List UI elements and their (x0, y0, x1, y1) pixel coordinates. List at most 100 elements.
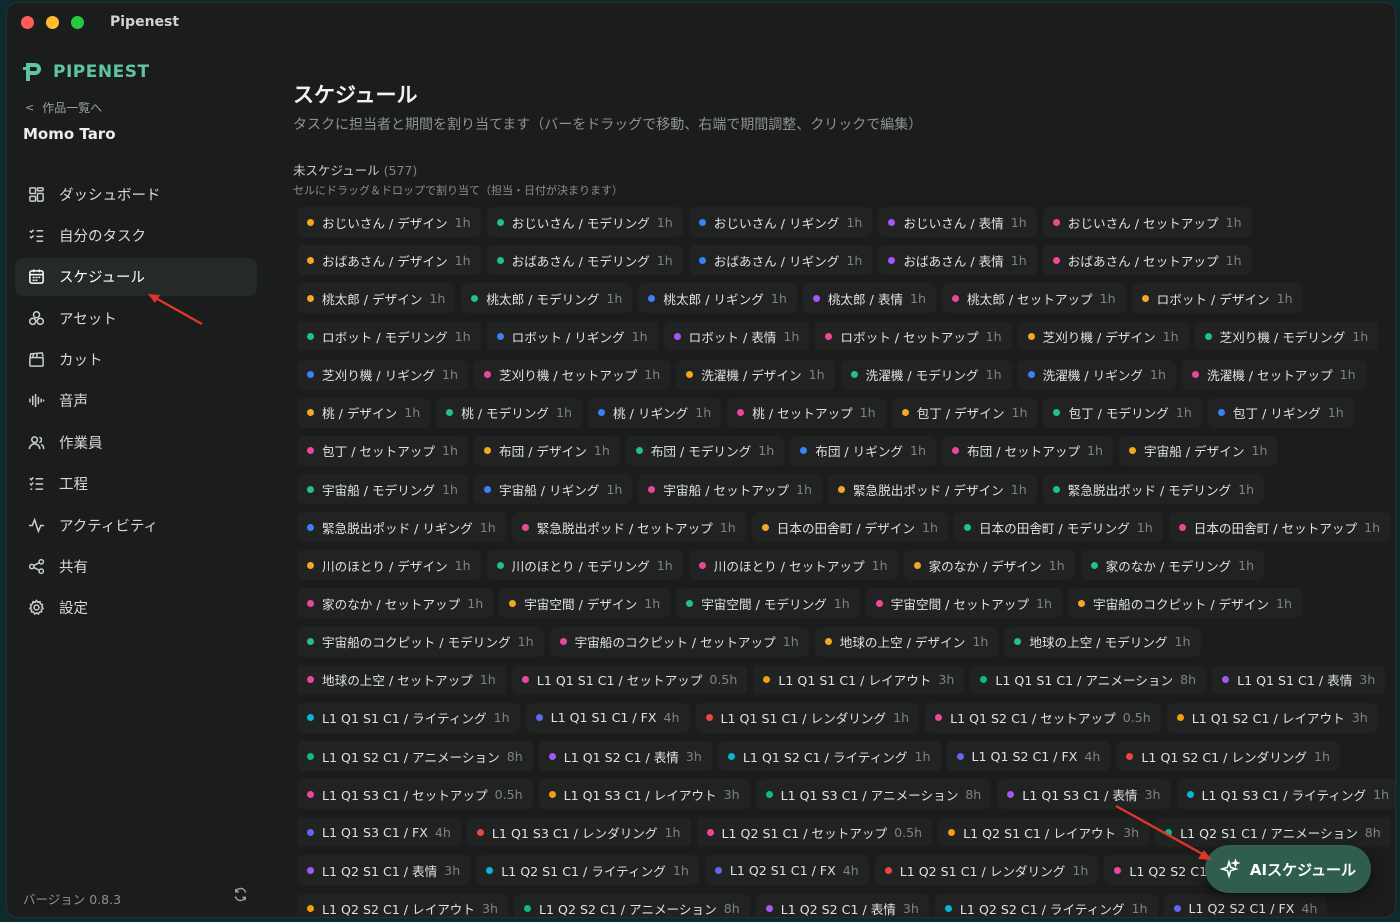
unscheduled-task-chip[interactable]: L1 Q1 S2 C1 / セットアップ 0.5h (925, 702, 1161, 733)
unscheduled-task-chip[interactable]: おじいさん / リギング 1h (688, 207, 873, 238)
unscheduled-task-chip[interactable]: 布団 / セットアップ 1h (942, 435, 1114, 466)
minimize-window-button[interactable] (46, 15, 59, 29)
unscheduled-task-chip[interactable]: 桃 / デザイン 1h (297, 397, 431, 428)
unscheduled-task-chip[interactable]: 包丁 / モデリング 1h (1043, 397, 1202, 428)
unscheduled-task-chip[interactable]: L1 Q1 S3 C1 / レイアウト 3h (538, 779, 750, 810)
ai-schedule-button[interactable]: AIスケジュール (1205, 845, 1371, 893)
sidebar-item-audio[interactable]: 音声 (15, 382, 257, 420)
unscheduled-task-chip[interactable]: 宇宙空間 / デザイン 1h (499, 588, 671, 619)
unscheduled-task-chip[interactable]: 緊急脱出ポッド / リギング 1h (297, 512, 506, 543)
unscheduled-task-chip[interactable]: 日本の田舎町 / セットアップ 1h (1168, 512, 1391, 543)
unscheduled-task-chip[interactable]: 桃太郎 / モデリング 1h (461, 283, 633, 314)
unscheduled-task-chip[interactable]: 洗濯機 / セットアップ 1h (1182, 359, 1366, 390)
unscheduled-task-chip[interactable]: L1 Q1 S2 C1 / レイアウト 3h (1166, 702, 1378, 733)
unscheduled-task-chip[interactable]: 洗濯機 / デザイン 1h (676, 359, 835, 390)
sidebar-item-share[interactable]: 共有 (15, 548, 257, 586)
unscheduled-task-chip[interactable]: 宇宙船のコクピット / セットアップ 1h (549, 626, 809, 657)
unscheduled-task-chip[interactable]: L1 Q1 S3 C1 / レンダリング 1h (466, 817, 691, 848)
unscheduled-task-chip[interactable]: L1 Q2 S1 C1 / FX 4h (704, 855, 869, 886)
unscheduled-task-chip[interactable]: 地球の上空 / モデリング 1h (1004, 626, 1201, 657)
unscheduled-task-chip[interactable]: L1 Q1 S1 C1 / レイアウト 3h (753, 664, 965, 695)
unscheduled-task-chip[interactable]: L1 Q1 S1 C1 / レンダリング 1h (695, 702, 920, 733)
unscheduled-task-chip[interactable]: 桃 / リギング 1h (588, 397, 722, 428)
unscheduled-task-chip[interactable]: 桃太郎 / デザイン 1h (297, 283, 456, 314)
unscheduled-task-chip[interactable]: L1 Q2 S1 C1 / ライティング 1h (476, 855, 699, 886)
unscheduled-task-chip[interactable]: L1 Q2 S2 C1 / アニメーション 8h (514, 893, 750, 917)
unscheduled-task-chip[interactable]: L1 Q2 S1 C1 / レンダリング 1h (874, 855, 1099, 886)
unscheduled-task-chip[interactable]: L1 Q2 S1 C1 / レイアウト 3h (938, 817, 1150, 848)
unscheduled-task-chip[interactable]: 包丁 / デザイン 1h (891, 397, 1038, 428)
unscheduled-task-chip[interactable]: L1 Q1 S1 C1 / アニメーション 8h (970, 664, 1207, 695)
unscheduled-task-chip[interactable]: おじいさん / 表情 1h (878, 207, 1037, 238)
unscheduled-task-chip[interactable]: L1 Q1 S3 C1 / セットアップ 0.5h (297, 779, 533, 810)
unscheduled-task-chip[interactable]: おばあさん / 表情 1h (878, 245, 1037, 276)
unscheduled-task-chip[interactable]: 包丁 / セットアップ 1h (297, 435, 468, 466)
sidebar-item-staff[interactable]: 作業員 (15, 423, 257, 461)
unscheduled-task-chip[interactable]: 家のなか / セットアップ 1h (297, 588, 494, 619)
unscheduled-task-chip[interactable]: 桃太郎 / 表情 1h (802, 283, 937, 314)
unscheduled-task-chip[interactable]: 洗濯機 / モデリング 1h (840, 359, 1012, 390)
unscheduled-task-chip[interactable]: おばあさん / モデリング 1h (486, 245, 683, 276)
unscheduled-task-chip[interactable]: L1 Q1 S1 C1 / FX 4h (525, 702, 690, 733)
unscheduled-task-chip[interactable]: L1 Q2 S1 C1 / セットアップ 0.5h (696, 817, 933, 848)
unscheduled-task-chip[interactable]: L1 Q1 S2 C1 / FX 4h (946, 741, 1111, 772)
unscheduled-task-chip[interactable]: おじいさん / モデリング 1h (486, 207, 683, 238)
unscheduled-task-chip[interactable]: 芝刈り機 / デザイン 1h (1017, 321, 1189, 352)
unscheduled-task-chip[interactable]: 包丁 / リギング 1h (1207, 397, 1354, 428)
unscheduled-task-chip[interactable]: 布団 / デザイン 1h (474, 435, 620, 466)
unscheduled-task-chip[interactable]: おばあさん / リギング 1h (688, 245, 873, 276)
unscheduled-task-chip[interactable]: ロボット / モデリング 1h (297, 321, 481, 352)
unscheduled-task-chip[interactable]: L1 Q1 S1 C1 / 表情 3h (1212, 664, 1386, 695)
unscheduled-task-chip[interactable]: おじいさん / デザイン 1h (297, 207, 481, 238)
unscheduled-task-chip[interactable]: 宇宙船 / デザイン 1h (1119, 435, 1278, 466)
sidebar-item-dashboard[interactable]: ダッシュボード (15, 175, 257, 213)
unscheduled-task-chip[interactable]: L1 Q1 S1 C1 / セットアップ 0.5h (511, 664, 748, 695)
unscheduled-task-chip[interactable]: おじいさん / セットアップ 1h (1042, 207, 1252, 238)
unscheduled-task-chip[interactable]: 芝刈り機 / モデリング 1h (1194, 321, 1379, 352)
unscheduled-task-chip[interactable]: 桃太郎 / セットアップ 1h (942, 283, 1126, 314)
unscheduled-task-chip[interactable]: L1 Q2 S1 C1 / アニメーション 8h (1155, 817, 1391, 848)
unscheduled-task-chip[interactable]: 宇宙空間 / セットアップ 1h (865, 588, 1062, 619)
unscheduled-task-chip[interactable]: 桃 / モデリング 1h (436, 397, 583, 428)
unscheduled-task-chip[interactable]: L1 Q1 S1 C1 / ライティング 1h (297, 702, 520, 733)
unscheduled-task-chip[interactable]: 川のほとり / デザイン 1h (297, 550, 481, 581)
unscheduled-task-chip[interactable]: 地球の上空 / デザイン 1h (814, 626, 999, 657)
unscheduled-task-chip[interactable]: 家のなか / モデリング 1h (1080, 550, 1265, 581)
unscheduled-task-chip[interactable]: L1 Q2 S2 C1 / FX 4h (1163, 893, 1328, 917)
unscheduled-task-chip[interactable]: L1 Q1 S3 C1 / ライティング 1h (1176, 779, 1395, 810)
unscheduled-task-chip[interactable]: 日本の田舎町 / デザイン 1h (751, 512, 948, 543)
unscheduled-task-chip[interactable]: L1 Q1 S3 C1 / アニメーション 8h (755, 779, 992, 810)
unscheduled-task-chip[interactable]: L1 Q1 S3 C1 / 表情 3h (997, 779, 1171, 810)
unscheduled-task-chip[interactable]: ロボット / リギング 1h (486, 321, 658, 352)
unscheduled-task-chip[interactable]: 宇宙船のコクピット / モデリング 1h (297, 626, 544, 657)
unscheduled-task-chip[interactable]: 洗濯機 / リギング 1h (1017, 359, 1176, 390)
unscheduled-task-chip[interactable]: 芝刈り機 / リギング 1h (297, 359, 468, 390)
unscheduled-task-chip[interactable]: 宇宙船 / リギング 1h (474, 474, 633, 505)
unscheduled-task-chip[interactable]: ロボット / 表情 1h (663, 321, 810, 352)
unscheduled-task-chip[interactable]: L1 Q1 S2 C1 / アニメーション 8h (297, 741, 533, 772)
unscheduled-task-chip[interactable]: ロボット / デザイン 1h (1131, 283, 1303, 314)
unscheduled-task-chip[interactable]: 川のほとり / セットアップ 1h (688, 550, 898, 581)
unscheduled-task-chip[interactable]: 緊急脱出ポッド / デザイン 1h (828, 474, 1037, 505)
unscheduled-task-chip[interactable]: 布団 / モデリング 1h (625, 435, 785, 466)
unscheduled-task-chip[interactable]: おばあさん / セットアップ 1h (1042, 245, 1252, 276)
unscheduled-task-chip[interactable]: L1 Q1 S2 C1 / ライティング 1h (717, 741, 941, 772)
back-to-projects-link[interactable]: < 作品一覧へ (25, 99, 102, 116)
unscheduled-task-chip[interactable]: L1 Q2 S1 C1 / 表情 3h (297, 855, 471, 886)
close-window-button[interactable] (21, 15, 34, 29)
unscheduled-task-chip[interactable]: 宇宙空間 / モデリング 1h (676, 588, 860, 619)
unscheduled-task-chip[interactable]: 緊急脱出ポッド / セットアップ 1h (511, 512, 746, 543)
unscheduled-task-chip[interactable]: 宇宙船 / モデリング 1h (297, 474, 468, 505)
unscheduled-task-chip[interactable]: 布団 / リギング 1h (790, 435, 937, 466)
sidebar-item-cuts[interactable]: カット (15, 341, 257, 379)
unscheduled-task-chip[interactable]: L1 Q2 S2 C1 / レイアウト 3h (297, 893, 508, 917)
unscheduled-task-chip[interactable]: 川のほとり / モデリング 1h (486, 550, 683, 581)
refresh-button[interactable] (233, 887, 249, 903)
sidebar-item-schedule[interactable]: スケジュール (15, 257, 257, 296)
unscheduled-task-chip[interactable]: L1 Q1 S2 C1 / レンダリング 1h (1116, 741, 1340, 772)
unscheduled-task-chip[interactable]: 芝刈り機 / セットアップ 1h (474, 359, 671, 390)
unscheduled-task-chip[interactable]: L1 Q2 S2 C1 / ライティング 1h (934, 893, 1158, 917)
unscheduled-task-chip[interactable]: ロボット / セットアップ 1h (815, 321, 1012, 352)
unscheduled-task-chip[interactable]: L1 Q1 S3 C1 / FX 4h (297, 817, 461, 848)
sidebar-item-settings[interactable]: 設定 (15, 589, 257, 627)
